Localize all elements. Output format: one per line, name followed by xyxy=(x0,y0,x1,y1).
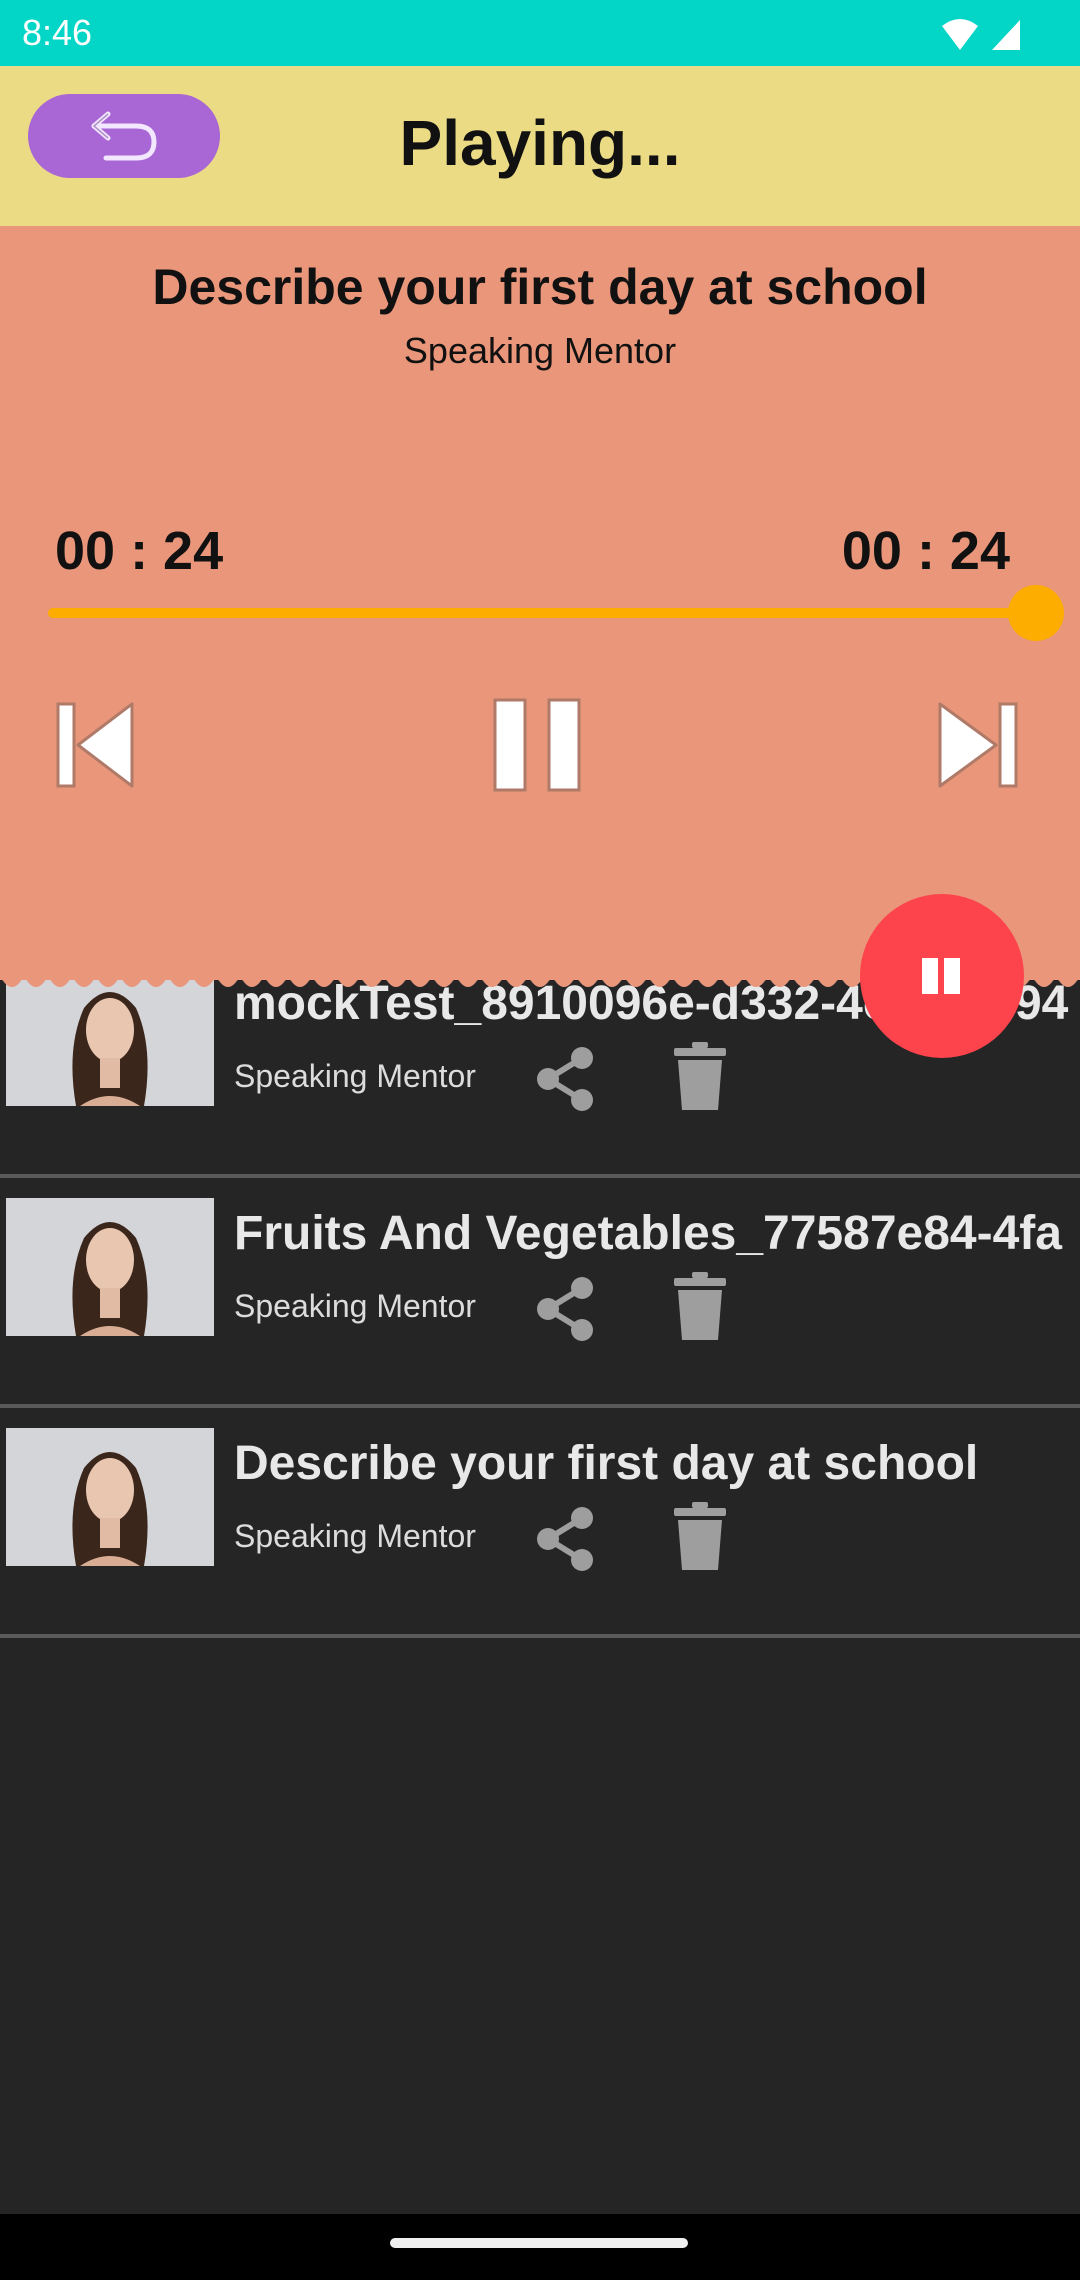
list-item[interactable]: Describe your first day at school Speaki… xyxy=(0,1408,1080,1638)
seek-bar-thumb[interactable] xyxy=(1008,585,1064,641)
next-button[interactable] xyxy=(926,690,1036,800)
track-title: Describe your first day at school xyxy=(152,259,928,315)
skip-next-icon xyxy=(938,702,1018,788)
status-bar: 8:46 xyxy=(0,0,1080,66)
share-icon[interactable] xyxy=(530,1504,600,1574)
trash-icon[interactable] xyxy=(670,1040,730,1112)
seek-bar-fill xyxy=(48,608,1036,618)
previous-button[interactable] xyxy=(44,690,154,800)
status-time: 8:46 xyxy=(22,12,93,53)
recording-author: Speaking Mentor xyxy=(234,1288,476,1324)
pause-icon xyxy=(493,698,581,792)
seek-bar[interactable] xyxy=(48,585,1064,641)
trash-icon[interactable] xyxy=(670,1270,730,1342)
app-header: Playing... xyxy=(0,66,1080,226)
share-icon[interactable] xyxy=(530,1044,600,1114)
trash-icon[interactable] xyxy=(670,1500,730,1572)
list-item[interactable]: Fruits And Vegetables_77587e84-4fa Speak… xyxy=(0,1178,1080,1408)
total-duration: 00 : 24 xyxy=(841,521,1010,581)
player-panel: Describe your first day at school Speaki… xyxy=(0,190,1080,987)
wifi-icon xyxy=(942,19,978,50)
avatar xyxy=(6,1198,214,1336)
avatar xyxy=(6,1428,214,1566)
pause-icon xyxy=(922,958,960,994)
elapsed-time: 00 : 24 xyxy=(55,521,224,581)
signal-icon xyxy=(992,20,1020,50)
portrait-image xyxy=(6,1428,214,1566)
recording-title: Fruits And Vegetables_77587e84-4fa xyxy=(234,1207,1062,1260)
share-icon[interactable] xyxy=(530,1274,600,1344)
divider xyxy=(0,1634,1080,1638)
page-title: Playing... xyxy=(399,107,681,179)
skip-previous-icon xyxy=(56,702,134,788)
navigation-bar xyxy=(0,2214,1080,2280)
portrait-image xyxy=(6,1198,214,1336)
status-icons xyxy=(942,19,1020,50)
recording-author: Speaking Mentor xyxy=(234,1518,476,1554)
recording-author: Speaking Mentor xyxy=(234,1058,476,1094)
floating-pause-button[interactable] xyxy=(860,894,1024,1058)
track-subtitle: Speaking Mentor xyxy=(403,330,677,371)
recording-title: Describe your first day at school xyxy=(234,1437,979,1490)
pause-button[interactable] xyxy=(485,690,595,800)
home-handle[interactable] xyxy=(390,2238,688,2248)
